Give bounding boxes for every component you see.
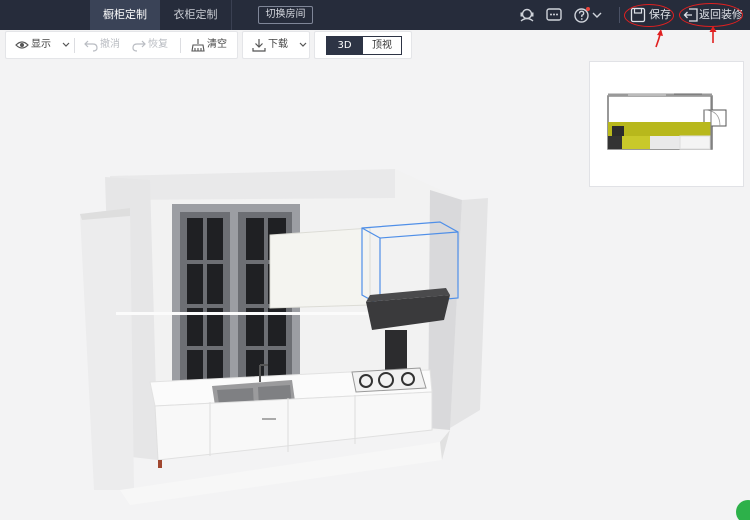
display-menu[interactable]: 显示 — [15, 32, 70, 58]
floorplan-minimap[interactable] — [589, 61, 744, 187]
download-label: 下载 — [268, 39, 288, 50]
assistant-logo-icon[interactable] — [736, 500, 750, 520]
toolbar-divider — [74, 38, 75, 53]
edit-toolbar: 显示 撤消 恢复 清空 — [5, 31, 238, 59]
floorplan-drawing — [607, 93, 727, 150]
arrow-annotation — [709, 26, 717, 44]
chevron-down-icon — [299, 42, 307, 47]
back-highlight-ellipse — [679, 3, 743, 27]
redo-icon — [132, 40, 146, 52]
clear-button[interactable]: 清空 — [191, 32, 231, 58]
topbar-divider — [619, 7, 620, 23]
display-label: 显示 — [31, 39, 51, 50]
kitchen-3d-render — [80, 169, 488, 505]
view-top-button[interactable]: 顶视 — [362, 36, 402, 55]
save-highlight-ellipse — [624, 4, 674, 27]
tab-wardrobe-custom[interactable]: 衣柜定制 — [160, 0, 232, 30]
kitchen-3d-viewport[interactable] — [70, 160, 500, 510]
chevron-down-icon — [62, 42, 70, 47]
broom-icon — [191, 39, 205, 52]
help-icon[interactable] — [573, 6, 591, 24]
clear-label: 清空 — [207, 39, 227, 50]
undo-button[interactable]: 撤消 — [84, 32, 124, 58]
switch-room-button[interactable]: 切换房间 — [258, 6, 313, 24]
tab-cabinet-custom[interactable]: 橱柜定制 — [90, 0, 160, 30]
redo-button[interactable]: 恢复 — [132, 32, 172, 58]
arrow-annotation — [655, 29, 663, 48]
user-support-icon[interactable] — [518, 6, 536, 24]
chevron-down-icon[interactable] — [591, 6, 603, 24]
eye-icon — [15, 41, 29, 49]
message-icon[interactable] — [545, 6, 563, 24]
view-toggle-group: 3D 顶视 — [314, 31, 412, 59]
download-toolbar: 下载 — [242, 31, 310, 59]
view-3d-button[interactable]: 3D — [326, 36, 363, 55]
undo-icon — [84, 40, 98, 52]
redo-label: 恢复 — [148, 39, 168, 50]
download-menu[interactable]: 下载 — [252, 32, 307, 58]
top-bar: 橱柜定制 衣柜定制 切换房间 保存 返回装修 — [0, 0, 750, 30]
undo-label: 撤消 — [100, 39, 120, 50]
toolbar-divider — [180, 38, 181, 53]
download-icon — [252, 39, 266, 52]
